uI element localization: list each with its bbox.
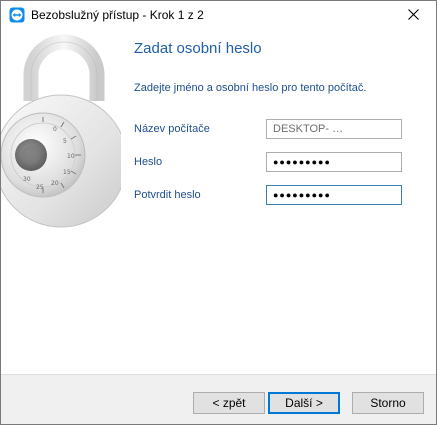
password-label: Heslo	[134, 156, 163, 168]
svg-text:20: 20	[51, 180, 59, 187]
close-icon	[407, 9, 419, 23]
page-description: Zadejte jméno a osobní heslo pro tento p…	[134, 82, 367, 94]
window-title: Bezobslužný přístup - Krok 1 z 2	[31, 8, 204, 22]
page-heading: Zadat osobní heslo	[134, 40, 262, 57]
cancel-button[interactable]: Storno	[352, 392, 424, 414]
svg-text:30: 30	[23, 176, 31, 183]
close-button[interactable]	[390, 1, 436, 31]
password-field[interactable]: ●●●●●●●●●	[266, 152, 402, 172]
back-button[interactable]: < zpět	[193, 392, 265, 414]
confirm-password-value: ●●●●●●●●●	[273, 190, 331, 200]
svg-text:10: 10	[67, 153, 75, 160]
password-value: ●●●●●●●●●	[273, 157, 331, 167]
teamviewer-icon	[9, 7, 25, 23]
svg-text:15: 15	[63, 169, 71, 176]
padlock-illustration: 5 10 15 20 25 30 0	[1, 34, 121, 228]
computer-name-value: DESKTOP- …	[273, 123, 344, 135]
computer-name-field[interactable]: DESKTOP- …	[266, 119, 402, 139]
title-bar[interactable]: Bezobslužný přístup - Krok 1 z 2	[1, 1, 436, 31]
svg-text:5: 5	[63, 138, 67, 145]
wizard-window: Bezobslužný přístup - Krok 1 z 2 5 10 15…	[0, 0, 437, 425]
svg-text:0: 0	[53, 126, 57, 133]
next-button[interactable]: Další >	[268, 392, 340, 414]
svg-text:25: 25	[36, 184, 44, 191]
computer-name-label: Název počítače	[134, 123, 210, 135]
confirm-password-field[interactable]: ●●●●●●●●●	[266, 185, 402, 205]
confirm-password-label: Potvrdit heslo	[134, 189, 201, 201]
